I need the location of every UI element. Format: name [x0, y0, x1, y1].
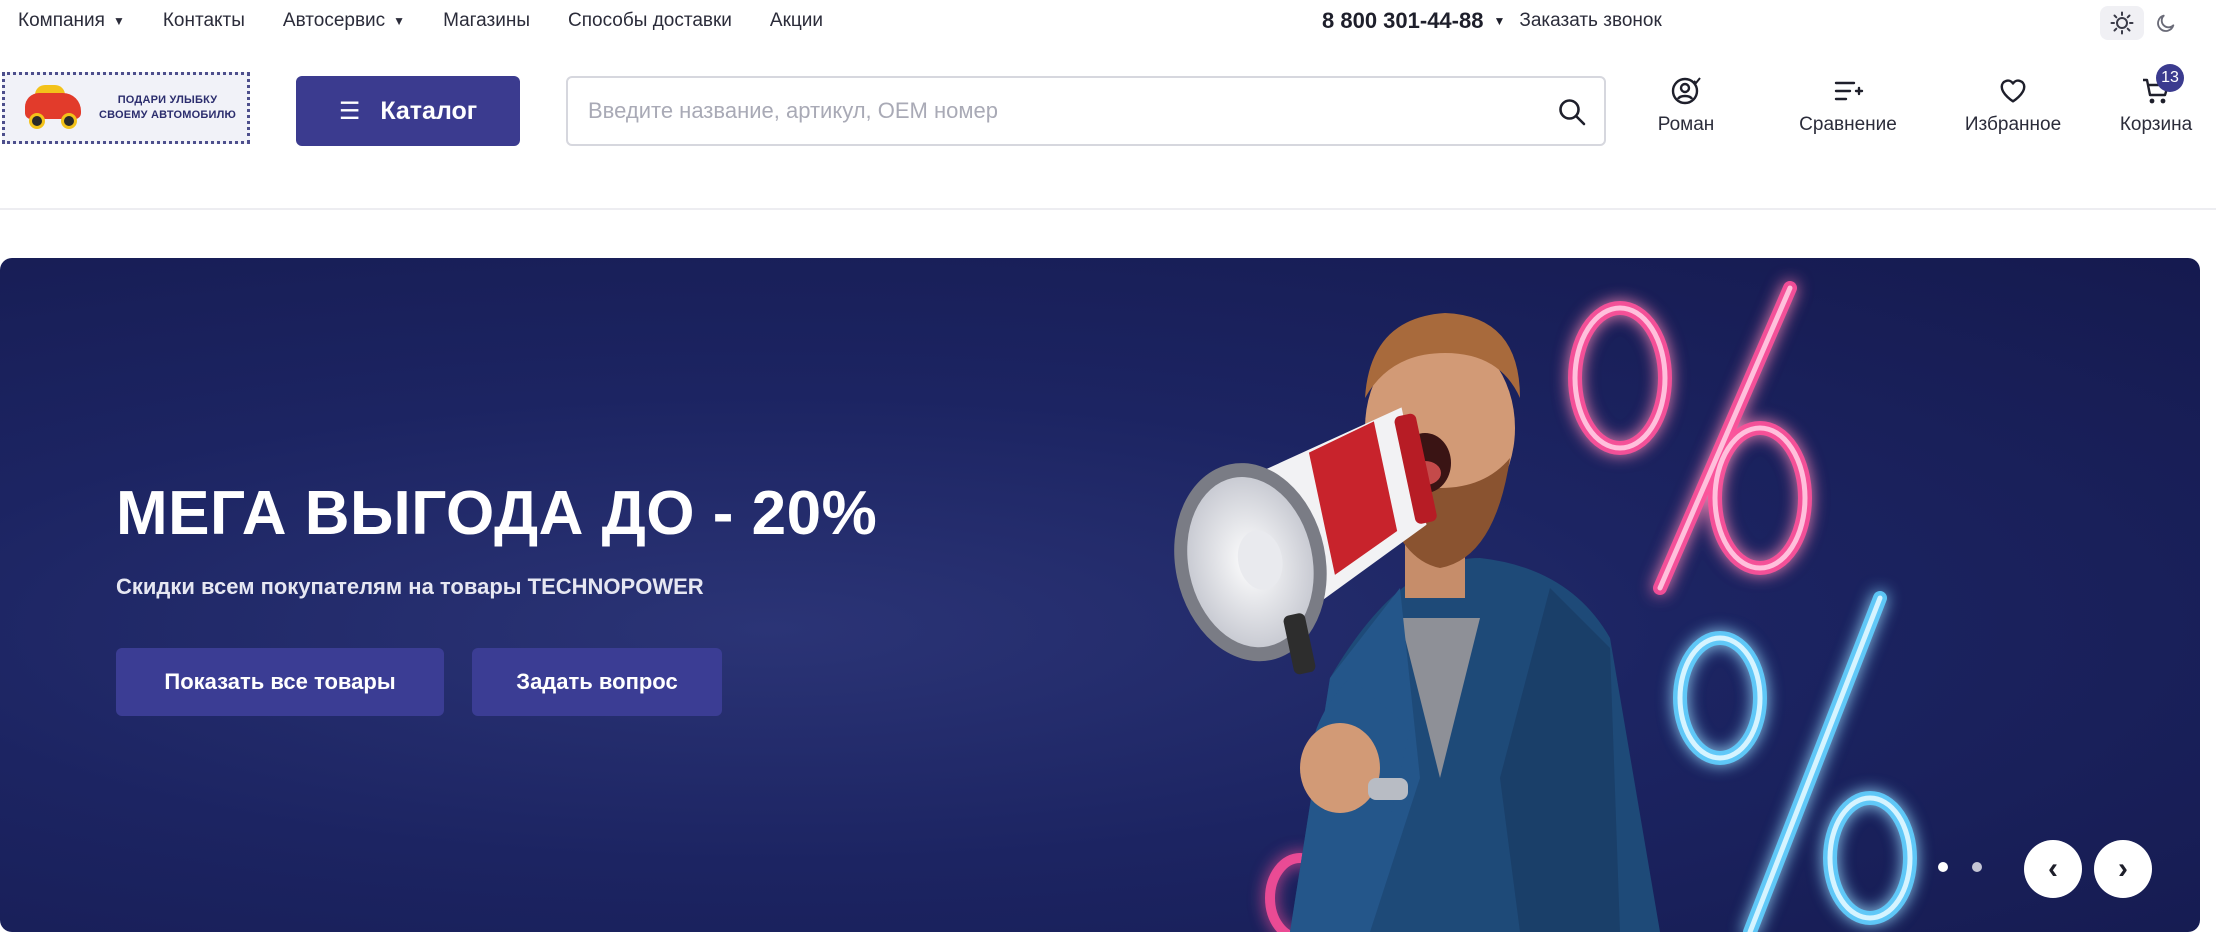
heart-icon — [2000, 79, 2026, 103]
header-actions: Роман Сравнение Избранное 13 Корзина — [1640, 64, 2204, 136]
dark-theme-button[interactable] — [2144, 6, 2188, 40]
topnav-item-label: Акции — [769, 10, 824, 31]
car-logo-icon — [21, 83, 87, 133]
hero-title: МЕГА ВЫГОДА ДО - 20% — [116, 479, 878, 548]
hero-subtitle: Скидки всем покупателям на товары TECHNO… — [116, 574, 704, 599]
logo-slogan-line: СВОЕМУ АВТОМОБИЛЮ — [99, 109, 237, 121]
search-bar — [566, 76, 1606, 146]
sun-icon — [2110, 11, 2134, 35]
catalog-button-label: Каталог — [380, 96, 478, 125]
site-logo[interactable]: ПОДАРИ УЛЫБКУ СВОЕМУ АВТОМОБИЛЮ — [2, 72, 250, 144]
favorites-button[interactable]: Избранное — [1952, 74, 2074, 136]
show-all-products-button[interactable]: Показать все товары — [116, 648, 444, 716]
compare-label: Сравнение — [1799, 114, 1897, 135]
promo-man-with-megaphone-image — [1174, 281, 1917, 932]
slider-pagination — [1938, 862, 2006, 872]
search-input[interactable] — [588, 94, 1508, 128]
cart-label: Корзина — [2119, 114, 2193, 135]
hero-banner: МЕГА ВЫГОДА ДО - 20% Скидки всем покупат… — [0, 258, 2200, 932]
list-icon: ☰ — [338, 97, 361, 125]
caret-down-icon[interactable]: ▼ — [1493, 14, 1505, 28]
topnav-item-label: Магазины — [443, 10, 531, 31]
compare-button[interactable]: Сравнение — [1774, 74, 1922, 136]
topnav-item-delivery[interactable]: Способы доставки — [568, 10, 732, 32]
topnav-item-company[interactable]: Компания ▼ — [18, 10, 125, 32]
catalog-button[interactable]: ☰ Каталог — [296, 76, 520, 146]
logo-slogan: ПОДАРИ УЛЫБКУ СВОЕМУ АВТОМОБИЛЮ — [99, 93, 236, 123]
main-header: ПОДАРИ УЛЫБКУ СВОЕМУ АВТОМОБИЛЮ ☰ Катало… — [0, 46, 2216, 210]
top-navigation: Компания ▼ Контакты Автосервис ▼ Магазин… — [18, 10, 861, 32]
topnav-item-label: Автосервис — [282, 10, 386, 31]
topnav-item-label: Компания — [18, 10, 105, 31]
compare-icon — [1834, 81, 1864, 101]
slide-dot[interactable] — [1972, 862, 1982, 872]
search-icon[interactable] — [1556, 96, 1588, 128]
cart-button[interactable]: 13 Корзина — [2108, 64, 2204, 136]
profile-label: Роман — [1657, 114, 1715, 135]
moon-icon — [2157, 14, 2175, 32]
slider-prev-button[interactable]: ‹ — [2024, 840, 2082, 898]
profile-button[interactable]: Роман — [1640, 74, 1732, 136]
light-theme-button[interactable] — [2100, 6, 2144, 40]
cart-count-badge: 13 — [2156, 64, 2184, 92]
ask-question-button[interactable]: Задать вопрос — [472, 648, 722, 716]
favorites-label: Избранное — [1964, 114, 2062, 135]
request-callback-link[interactable]: Заказать звонок — [1519, 10, 1661, 32]
logo-slogan-line: ПОДАРИ УЛЫБКУ — [117, 94, 218, 106]
topnav-item-contacts[interactable]: Контакты — [163, 10, 245, 32]
topnav-item-autoservice[interactable]: Автосервис ▼ — [283, 10, 405, 32]
chevron-left-icon: ‹ — [2048, 852, 2058, 885]
user-icon — [1671, 77, 1701, 105]
top-utility-bar: Компания ▼ Контакты Автосервис ▼ Магазин… — [0, 0, 2216, 46]
topnav-item-stores[interactable]: Магазины — [443, 10, 530, 32]
theme-switch — [2100, 6, 2188, 40]
slider-next-button[interactable]: › — [2094, 840, 2152, 898]
caret-down-icon: ▼ — [112, 14, 125, 28]
slide-dot[interactable] — [1938, 862, 1948, 872]
topnav-item-label: Способы доставки — [568, 10, 732, 31]
phone-block: 8 800 301-44-88 ▼ Заказать звонок — [1322, 8, 1662, 34]
topnav-item-promotions[interactable]: Акции — [770, 10, 823, 32]
phone-number[interactable]: 8 800 301-44-88 — [1322, 8, 1483, 34]
caret-down-icon: ▼ — [393, 14, 406, 28]
topnav-item-label: Контакты — [162, 10, 245, 31]
chevron-right-icon: › — [2118, 852, 2128, 885]
